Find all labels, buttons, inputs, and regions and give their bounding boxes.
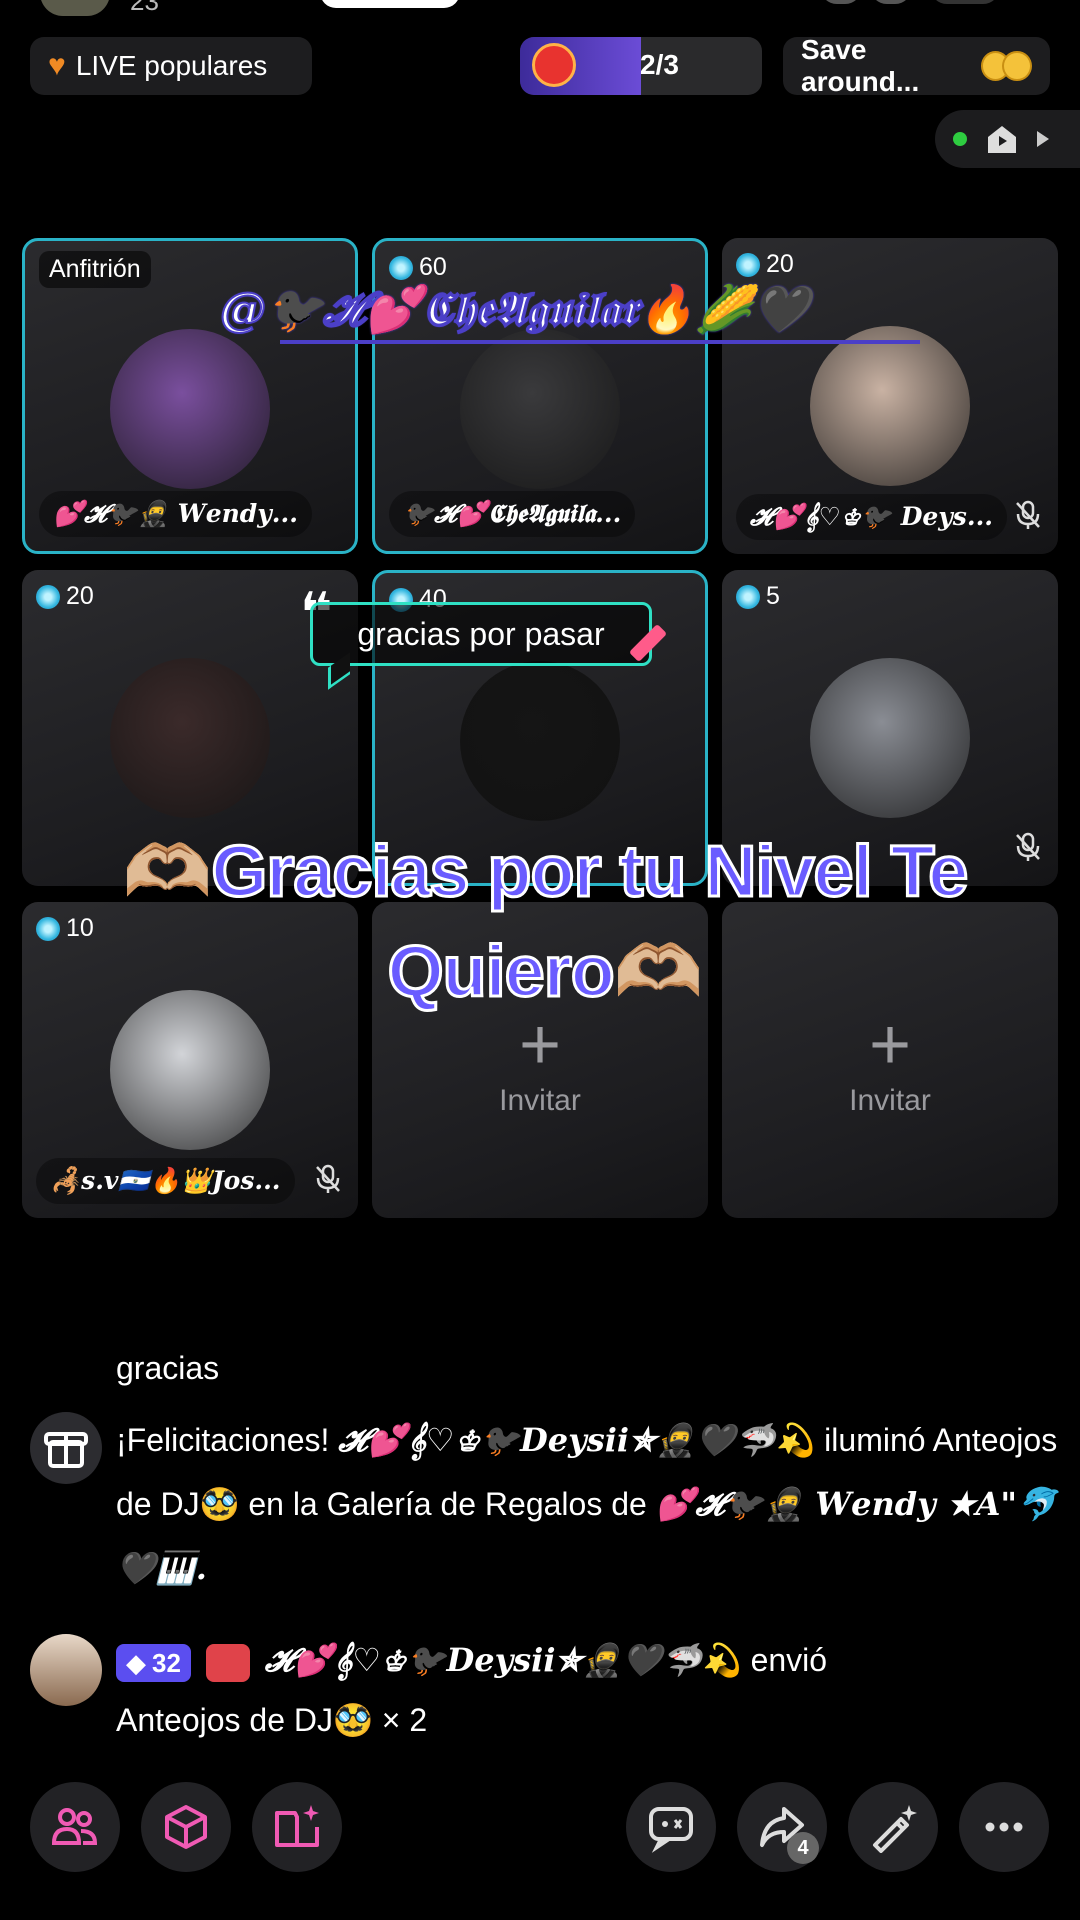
guest-name: 🐦‍⬛𝓗💕𝕮𝖍𝖊𝕬𝖌𝖚𝖎𝖑𝖆... bbox=[389, 491, 636, 537]
chevron-right-icon bbox=[1037, 131, 1049, 147]
guest-avatar[interactable] bbox=[460, 661, 620, 821]
host-avatar[interactable] bbox=[40, 0, 110, 16]
level-badge: 5 bbox=[736, 582, 780, 611]
top-viewer-avatars[interactable] bbox=[820, 0, 1040, 4]
guest-name: 💕𝓗🐦‍⬛🥷 𝑾𝒆𝒏𝒅𝒚... bbox=[39, 491, 312, 537]
level-badge: 10 bbox=[36, 914, 94, 943]
more-button[interactable] bbox=[959, 1782, 1049, 1872]
caption-overlay: 🫶🏼Gracias por tu Nivel Te Quiero🫶🏼 bbox=[121, 831, 970, 1014]
mic-muted-icon bbox=[1016, 832, 1040, 861]
viewer-count: 23 bbox=[130, 0, 159, 16]
level-value: 20 bbox=[66, 582, 94, 610]
box-icon bbox=[165, 1805, 207, 1849]
gift-box-icon bbox=[30, 1412, 102, 1484]
host-tag: Anfitrión bbox=[39, 251, 151, 288]
save-around-label: Save around... bbox=[801, 34, 920, 97]
gem-icon bbox=[36, 916, 60, 941]
guest-avatar[interactable] bbox=[810, 658, 970, 818]
progress-label: 2/3 bbox=[640, 49, 679, 80]
mention-overlay: @🐦‍⬛𝓗💕𝕮𝖍𝖊𝕬𝖌𝖚𝖎𝖑𝖆𝖗🔥🌽🖤 bbox=[219, 281, 811, 337]
chat-message-gift: ◆ 32 𝓗💕𝄞♡♔🐦‍⬛𝑫𝒆𝒚𝒔𝒊𝒊✯🥷🖤🦈💫 envió Anteojos d… bbox=[30, 1630, 1060, 1750]
guest-avatar[interactable] bbox=[460, 329, 620, 489]
chat-message-gallery: ¡Felicitaciones! 𝓗💕𝄞♡♔🐦‍⬛𝑫𝒆𝒚𝒔𝒊𝒊✯🥷🖤🦈💫 ilu… bbox=[30, 1408, 1060, 1600]
user-avatar[interactable] bbox=[30, 1634, 102, 1706]
chat-text: gracias bbox=[116, 1350, 220, 1386]
guests-button[interactable] bbox=[30, 1782, 120, 1872]
mini-player-bar[interactable] bbox=[935, 110, 1080, 168]
guest-name: 🦂s.v🇸🇻🔥👑Jos... bbox=[36, 1158, 295, 1204]
chat-action: envió bbox=[741, 1642, 828, 1678]
guest-name: 𝓗💕𝄞♡♔🐦‍⬛ 𝑫𝒆𝒚𝒔... bbox=[736, 494, 1007, 540]
live-popular-label: LIVE populares bbox=[75, 50, 268, 81]
gem-icon bbox=[736, 584, 760, 609]
live-room-screen: { "header": { "viewer_count": "23", "liv… bbox=[0, 0, 1080, 1920]
invite-label: Invitar bbox=[849, 1084, 931, 1117]
heart-icon: ♥ bbox=[48, 49, 66, 82]
guest-avatar[interactable] bbox=[810, 326, 970, 486]
chat-username[interactable]: 𝓗💕𝄞♡♔🐦‍⬛𝑫𝒆𝒚𝒔𝒊𝒊✯🥷🖤🦈💫 bbox=[265, 1641, 742, 1679]
save-around-chip[interactable]: Save around... bbox=[783, 34, 1050, 97]
mic-muted-icon bbox=[1016, 500, 1040, 529]
chat-game-button[interactable] bbox=[626, 1782, 716, 1872]
top-strip: 23 bbox=[0, 0, 1080, 20]
share-count: 4 bbox=[787, 1832, 819, 1864]
guests-icon bbox=[51, 1808, 98, 1845]
box-button[interactable] bbox=[141, 1782, 231, 1872]
level-value: 32 bbox=[152, 1647, 181, 1678]
guest-avatar[interactable] bbox=[110, 658, 270, 818]
chat-prefix: ¡Felicitaciones! bbox=[116, 1422, 330, 1458]
gift-progress-chip[interactable]: 2/3 bbox=[520, 37, 762, 95]
share-button[interactable]: 4 bbox=[737, 1782, 827, 1872]
invite-content: + Invitar bbox=[722, 1009, 1058, 1118]
effects-button[interactable] bbox=[848, 1782, 938, 1872]
level-value: 20 bbox=[766, 250, 794, 278]
live-dot-icon bbox=[953, 132, 967, 146]
level-value: 5 bbox=[766, 582, 780, 610]
chat-game-icon bbox=[649, 1807, 693, 1853]
mic-muted-icon bbox=[316, 1164, 340, 1193]
chat-username[interactable]: 𝓗💕𝄞♡♔🐦‍⬛𝑫𝒆𝒚𝒔𝒊𝒊✯🥷🖤🦈💫 bbox=[338, 1421, 815, 1459]
speech-bubble: gracias por pasar bbox=[310, 602, 652, 666]
invite-label: Invitar bbox=[499, 1084, 581, 1117]
home-icon bbox=[988, 126, 1016, 153]
magic-wand-icon bbox=[873, 1805, 917, 1853]
level-badge: 20 bbox=[36, 582, 94, 611]
guest-avatar[interactable] bbox=[110, 329, 270, 489]
level-badge: 20 bbox=[736, 250, 794, 279]
gem-icon bbox=[36, 584, 60, 609]
gem-icon bbox=[736, 252, 760, 277]
fan-badge-icon bbox=[205, 1643, 250, 1682]
book-sparkle-icon bbox=[275, 1805, 319, 1847]
gift-icon bbox=[532, 43, 576, 87]
diamond-icon: ◆ bbox=[126, 1647, 146, 1678]
follow-pill[interactable] bbox=[320, 0, 460, 8]
coin-icon bbox=[1002, 51, 1032, 81]
level-badge: ◆ 32 bbox=[116, 1643, 191, 1682]
book-button[interactable] bbox=[252, 1782, 342, 1872]
chat-message: gracias bbox=[30, 1336, 1060, 1400]
more-icon bbox=[985, 1822, 1023, 1832]
mention-underline bbox=[280, 340, 920, 344]
live-popular-chip[interactable]: ♥ LIVE populares bbox=[30, 37, 312, 95]
level-value: 60 bbox=[419, 253, 447, 281]
invite-content: + Invitar bbox=[372, 1009, 708, 1118]
chat-gift-text: Anteojos de DJ🥸 × 2 bbox=[116, 1702, 428, 1738]
gem-icon bbox=[389, 255, 413, 280]
level-badge: 60 bbox=[389, 253, 447, 282]
